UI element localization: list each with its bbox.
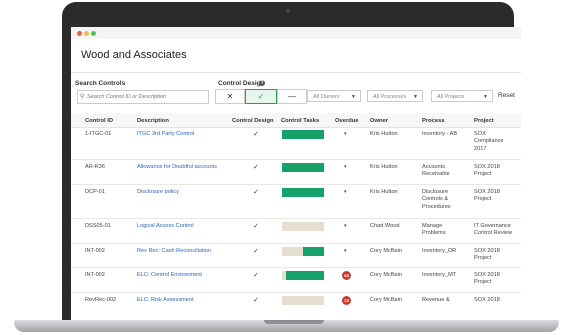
search-box[interactable]: ⚲ — [77, 90, 209, 104]
control-description-link[interactable]: Rev Rec: Cash Reconciliation — [137, 248, 211, 255]
project-cell: SOX 2018 Project — [474, 272, 500, 286]
control-description-link[interactable]: Disclosure policy — [137, 189, 179, 196]
row-expand-caret-icon[interactable]: ▾ — [344, 223, 347, 229]
app-title: Wood and Associates — [81, 49, 187, 61]
control-design-check-icon: ✓ — [253, 131, 259, 138]
row-divider — [71, 267, 521, 268]
control-tasks-progress — [282, 188, 324, 197]
control-tasks-progress — [303, 247, 324, 256]
process-cell: Disclosure Controls & Procedures — [422, 189, 451, 210]
control-design-label: Control Design — [218, 80, 265, 87]
overdue-badge: 13 — [342, 296, 351, 305]
control-id-cell: INT-002 — [85, 248, 105, 254]
control-description-link[interactable]: ELC: Risk Assessment — [137, 297, 194, 304]
laptop-notch — [264, 320, 324, 324]
chevron-down-icon: ▼ — [483, 94, 488, 100]
owner-cell: Kris Hutton — [370, 131, 398, 137]
search-label: Search Controls — [75, 80, 126, 87]
row-expand-caret-icon[interactable]: ▾ — [344, 189, 347, 195]
minimize-window-dot[interactable] — [84, 31, 89, 36]
owner-cell: Kris Hutton — [370, 189, 398, 195]
control-tasks-bar — [282, 222, 324, 231]
process-cell: Inventory - AB — [422, 131, 458, 137]
project-cell: SOX 2018 Project — [474, 164, 500, 178]
control-description-link[interactable]: ITGC 3rd Party Control — [137, 131, 194, 138]
owner-cell: Kris Hutton — [370, 164, 398, 170]
processes-dropdown[interactable]: All Processes ▼ — [367, 90, 423, 102]
row-expand-caret-icon[interactable]: ▾ — [344, 131, 347, 137]
design-fail-toggle[interactable]: ✕ — [215, 89, 245, 104]
row-divider — [71, 243, 521, 244]
control-tasks-progress — [282, 130, 324, 139]
search-icon: ⚲ — [80, 94, 85, 100]
control-design-check-icon: ✓ — [253, 189, 259, 196]
owner-cell: Chad Wood — [370, 223, 400, 229]
overdue-badge: 44 — [342, 271, 351, 280]
control-description-link[interactable]: Logical Access Control — [137, 223, 194, 230]
row-divider — [71, 218, 521, 219]
owner-cell: Cory McBain — [370, 297, 403, 303]
process-cell: Inventory_DR — [422, 248, 457, 254]
control-description-link[interactable]: ELC: Control Environment — [137, 272, 202, 279]
projects-dropdown-value: All Projects — [437, 94, 465, 100]
maximize-window-dot[interactable] — [91, 31, 96, 36]
col-owner[interactable]: Owner — [370, 118, 388, 124]
control-description-link[interactable]: Allowance for Doubtful accounts — [137, 164, 217, 171]
reset-button[interactable]: Reset — [498, 92, 515, 99]
row-expand-caret-icon[interactable]: ▾ — [344, 164, 347, 170]
row-divider — [71, 292, 521, 293]
col-overdue[interactable]: Overdue — [335, 118, 359, 124]
col-control-tasks[interactable]: Control Tasks — [281, 118, 319, 124]
chevron-down-icon: ▼ — [413, 94, 418, 100]
process-cell: Inventory_MT — [422, 272, 457, 278]
control-tasks-progress — [286, 271, 324, 280]
row-expand-caret-icon[interactable]: ▾ — [344, 248, 347, 254]
laptop-base — [14, 320, 559, 332]
project-cell: SOX 2018 Project — [474, 189, 500, 203]
project-cell: SOX Compliance 2017 — [474, 131, 504, 152]
control-design-check-icon: ✓ — [253, 297, 259, 304]
process-cell: Accounts Receivable — [422, 164, 450, 178]
owners-dropdown-value: All Owners — [313, 94, 340, 100]
chevron-down-icon: ▼ — [351, 94, 356, 100]
search-input[interactable] — [87, 92, 205, 101]
row-divider — [71, 184, 521, 185]
close-window-dot[interactable] — [77, 31, 82, 36]
owner-cell: Cory McBain — [370, 248, 403, 254]
process-cell: Revenue & — [422, 297, 450, 303]
processes-dropdown-value: All Processes — [373, 94, 407, 100]
owner-cell: Cory McBain — [370, 272, 403, 278]
control-id-cell: INT-002 — [85, 272, 105, 278]
header-divider — [71, 72, 521, 73]
control-design-check-icon: ✓ — [253, 223, 259, 230]
control-id-cell: AR-R36 — [85, 164, 105, 170]
control-design-check-icon: ✓ — [253, 164, 259, 171]
help-icon[interactable]: ? — [259, 80, 265, 86]
col-project[interactable]: Project — [474, 118, 494, 124]
control-id-cell: 1-ITGC-01 — [85, 131, 112, 137]
col-control-id[interactable]: Control ID — [85, 118, 113, 124]
projects-dropdown[interactable]: All Projects ▼ — [431, 90, 493, 102]
control-tasks-progress — [282, 163, 324, 172]
col-control-design[interactable]: Control Design — [232, 118, 274, 124]
col-process[interactable]: Process — [422, 118, 445, 124]
process-cell: Manage Problems — [422, 223, 446, 237]
control-id-cell: DSS05-01 — [85, 223, 111, 229]
project-cell: IT Governance Control Review — [474, 223, 512, 237]
control-design-check-icon: ✓ — [253, 248, 259, 255]
owners-dropdown[interactable]: All Owners ▼ — [307, 90, 361, 102]
col-description[interactable]: Description — [137, 118, 169, 124]
app-screen: Wood and Associates Search Controls ⚲ Co… — [71, 27, 521, 320]
design-none-toggle[interactable]: — — [277, 89, 307, 104]
project-cell: SOX 2018 — [474, 297, 500, 303]
control-id-cell: RevRec-002 — [85, 297, 117, 303]
control-design-check-icon: ✓ — [253, 272, 259, 279]
project-cell: SOX 2018 Project — [474, 248, 500, 262]
camera-dot — [286, 9, 290, 13]
window-titlebar — [71, 27, 521, 39]
control-tasks-bar — [282, 296, 324, 305]
control-id-cell: DCP-01 — [85, 189, 105, 195]
row-divider — [71, 159, 521, 160]
design-pass-toggle[interactable]: ✓ — [245, 89, 277, 104]
